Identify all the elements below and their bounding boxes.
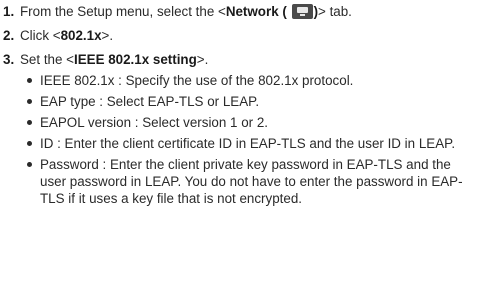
list-item: ID : Enter the client certificate ID in … [27, 135, 478, 152]
ieee-setting-label: IEEE 802.1x setting [73, 52, 197, 67]
step-1: 1. From the Setup menu, select the <Netw… [3, 3, 489, 20]
list-item: Password : Enter the client private key … [27, 156, 478, 207]
step-text-end: >. [196, 52, 209, 67]
list-item: IEEE 802.1x : Specify the use of the 802… [27, 72, 478, 89]
step-text-end: > tab. [318, 4, 352, 19]
step-text: Set the < [20, 52, 74, 67]
instruction-document: 1. From the Setup menu, select the <Netw… [3, 3, 489, 211]
monitor-icon [291, 4, 313, 19]
step-2: 2. Click <802.1x>. [3, 27, 489, 44]
step-text-end: >. [101, 28, 114, 43]
step-number: 1. [3, 4, 15, 19]
setting-descriptions: IEEE 802.1x : Specify the use of the 802… [3, 72, 489, 207]
step-text: From the Setup menu, select the < [20, 4, 226, 19]
step-number: 3. [3, 52, 15, 67]
list-item: EAP type : Select EAP-TLS or LEAP. [27, 93, 478, 110]
list-item: EAPOL version : Select version 1 or 2. [27, 114, 478, 131]
step-text: Click < [20, 28, 61, 43]
step-number: 2. [3, 28, 15, 43]
step-3: 3. Set the <IEEE 802.1x setting>. [3, 51, 489, 68]
8021x-button-label: 802.1x [60, 28, 102, 43]
network-tab-label: Network ( [225, 4, 287, 19]
